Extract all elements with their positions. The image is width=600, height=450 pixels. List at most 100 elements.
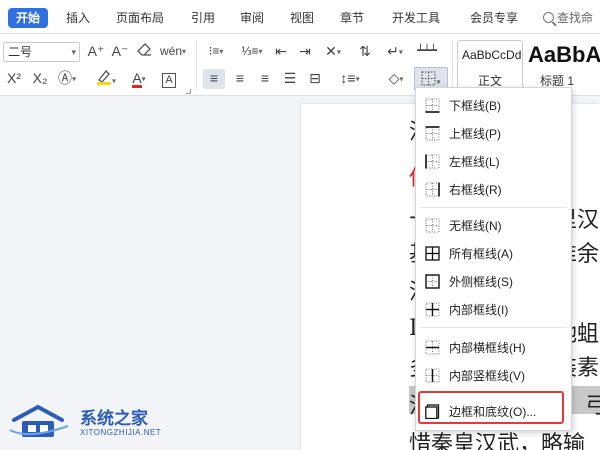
text-effect-icon: Ⓐ — [57, 70, 72, 86]
ruler-icon: ┷┷┷ — [417, 45, 437, 57]
line-spacing-button[interactable]: ↕≡▾ — [336, 69, 364, 89]
menu-item-label: 内部竖框线(V) — [449, 369, 525, 383]
borders-dropdown-menu: 下框线(B) 上框线(P) 左框线(L) 右框线(R) 无框线(N) 所有框线(… — [415, 87, 572, 431]
font-size-select[interactable]: 二号 ▾ — [3, 42, 80, 62]
divider — [452, 40, 453, 90]
increase-indent-button[interactable]: ⇥ — [296, 42, 314, 62]
font-dialog-launcher-icon[interactable] — [186, 89, 191, 94]
align-right-icon: ≡ — [260, 70, 270, 86]
menu-item-label: 所有框线(A) — [449, 247, 513, 261]
menu-item-inside-borders[interactable]: 内部框线(I) — [416, 296, 571, 324]
eraser-icon — [137, 43, 151, 56]
menu-item-label: 上框线(P) — [449, 127, 501, 141]
font-size-value: 二号 — [8, 45, 33, 59]
inside-borders-icon — [425, 302, 440, 317]
menu-item-left-border[interactable]: 左框线(L) — [416, 148, 571, 176]
paragraph-mark-icon: ↵ — [387, 43, 399, 59]
divider — [196, 40, 197, 90]
tab-references[interactable]: 引用 — [191, 8, 215, 28]
menu-item-top-border[interactable]: 上框线(P) — [416, 120, 571, 148]
sort-button[interactable]: ⇅ — [356, 42, 374, 62]
align-right-button[interactable]: ≡ — [255, 69, 275, 89]
distributed-button[interactable]: ⊟ — [305, 69, 325, 89]
tab-developer[interactable]: 开发工具 — [392, 8, 440, 28]
font-color-button[interactable]: A▾ — [126, 69, 152, 89]
watermark-title: 系统之家 — [80, 409, 148, 428]
menu-item-label: 外侧框线(S) — [449, 275, 513, 289]
highlighter-icon — [96, 70, 111, 85]
menu-item-inside-horizontal-border[interactable]: 内部横框线(H) — [416, 334, 571, 362]
top-border-icon — [425, 126, 440, 141]
superscript-button[interactable]: X² — [4, 69, 24, 89]
align-center-button[interactable]: ≡ — [230, 69, 250, 89]
menu-item-outside-borders[interactable]: 外侧框线(S) — [416, 268, 571, 296]
align-left-icon: ≡ — [209, 70, 219, 86]
menu-item-no-border[interactable]: 无框线(N) — [416, 212, 571, 240]
paint-bucket-icon: ◇ — [388, 70, 400, 86]
site-watermark: 系统之家 XITONGZHIJIA.NET — [8, 400, 168, 444]
bullets-button[interactable]: ⁝≡▾ — [204, 42, 228, 62]
align-center-icon: ≡ — [235, 70, 245, 86]
ribbon-tab-bar: 开始 插入 页面布局 引用 审阅 视图 章节 开发工具 会员专享 查找命 — [0, 0, 600, 34]
right-border-icon — [425, 182, 440, 197]
search-label: 查找命 — [557, 11, 594, 25]
outside-borders-icon — [425, 274, 440, 289]
border-grid-icon — [421, 71, 436, 86]
chinese-layout-icon: ✕ — [325, 43, 337, 59]
tab-review[interactable]: 审阅 — [240, 8, 264, 28]
tab-home[interactable]: 开始 — [8, 8, 49, 28]
highlight-annotation-box — [418, 391, 564, 424]
search-command[interactable]: 查找命 — [543, 9, 593, 26]
indent-icon: ⇥ — [299, 43, 311, 59]
chinese-layout-button[interactable]: ✕▾ — [320, 42, 346, 62]
decrease-indent-button[interactable]: ⇤ — [272, 42, 290, 62]
numbered-list-icon: ⅓≡ — [241, 44, 259, 58]
font-color-glyph: A — [132, 70, 142, 88]
text-effect-button[interactable]: Ⓐ▾ — [56, 69, 78, 89]
left-border-icon — [425, 154, 440, 169]
bullet-list-icon: ⁝≡ — [208, 44, 220, 58]
search-icon — [543, 12, 554, 23]
bottom-border-icon — [425, 98, 440, 113]
menu-item-label: 内部横框线(H) — [449, 341, 526, 355]
tab-insert[interactable]: 插入 — [66, 8, 90, 28]
numbering-button[interactable]: ⅓≡▾ — [240, 42, 264, 62]
highlight-button[interactable]: ▾ — [91, 69, 121, 89]
menu-divider — [420, 207, 567, 208]
subscript-button[interactable]: X₂ — [30, 69, 50, 89]
tab-stops-button[interactable]: ┷┷┷ — [414, 42, 440, 62]
watermark-subtitle: XITONGZHIJIA.NET — [80, 428, 162, 437]
all-borders-icon — [425, 246, 440, 261]
grow-font-button[interactable]: A⁺ — [86, 42, 106, 62]
menu-item-inside-vertical-border[interactable]: 内部竖框线(V) — [416, 362, 571, 390]
shrink-font-button[interactable]: A⁻ — [110, 42, 130, 62]
align-left-button[interactable]: ≡ — [203, 69, 225, 89]
tab-member[interactable]: 会员专享 — [470, 8, 518, 28]
menu-item-label: 右框线(R) — [449, 183, 502, 197]
tab-page-layout[interactable]: 页面布局 — [116, 8, 164, 28]
chevron-down-icon: ▾ — [71, 47, 76, 57]
doc-line: 弓 — [585, 394, 600, 419]
tab-view[interactable]: 视图 — [290, 8, 314, 28]
char-border-button[interactable]: A — [160, 69, 178, 89]
style-normal-preview: AaBbCcDd — [462, 48, 522, 62]
sort-icon: ⇅ — [359, 43, 371, 59]
show-marks-button[interactable]: ↵▾ — [382, 42, 408, 62]
shading-button[interactable]: ◇▾ — [382, 69, 410, 89]
menu-item-right-border[interactable]: 右框线(R) — [416, 176, 571, 204]
char-border-glyph: A — [162, 73, 176, 88]
justify-icon: ☰ — [283, 70, 297, 86]
style-heading1-preview[interactable]: AaBbA — [528, 42, 600, 68]
menu-item-all-borders[interactable]: 所有框线(A) — [416, 240, 571, 268]
menu-item-label: 无框线(N) — [449, 219, 502, 233]
menu-item-label: 下框线(B) — [449, 99, 501, 113]
justify-button[interactable]: ☰ — [280, 69, 300, 89]
clear-format-button[interactable] — [136, 42, 154, 62]
outdent-icon: ⇤ — [275, 43, 287, 59]
inside-vertical-border-icon — [425, 368, 440, 383]
menu-item-bottom-border[interactable]: 下框线(B) — [416, 92, 571, 120]
distributed-icon: ⊟ — [309, 70, 321, 86]
line-spacing-icon: ↕≡ — [340, 70, 356, 86]
tab-chapter[interactable]: 章节 — [340, 8, 364, 28]
pinyin-button[interactable]: wén▾ — [160, 42, 186, 62]
